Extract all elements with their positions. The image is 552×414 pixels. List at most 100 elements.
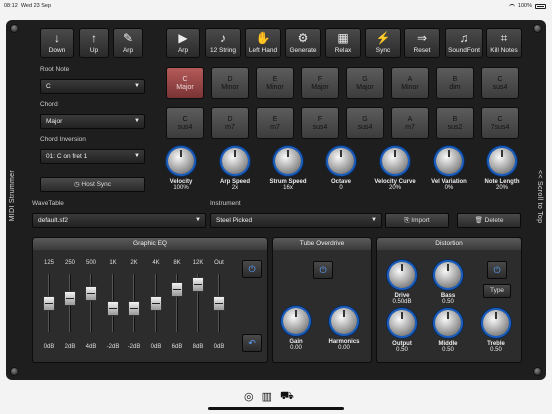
chord-pad[interactable]: Em7	[256, 107, 294, 139]
toolbar-arp-button[interactable]: ✎ Arp	[113, 28, 143, 58]
drive-value: 0.50dB	[392, 299, 412, 305]
gain-knob[interactable]	[283, 308, 309, 334]
bass-knob[interactable]	[435, 262, 461, 288]
eq-slider-handle[interactable]	[85, 286, 97, 302]
keyboard-icon[interactable]: ▥	[262, 390, 272, 404]
drive-knob[interactable]	[389, 262, 415, 288]
eq-gain-value: 0dB	[150, 344, 162, 350]
chord-pad[interactable]: Csus4	[166, 107, 204, 139]
scroll-to-top-link[interactable]: << Scroll to Top	[536, 170, 543, 223]
eq-gain-value: -2dB	[127, 344, 141, 350]
reset-arrow-icon: ⇒	[416, 31, 428, 45]
chord-pad[interactable]: Fsus4	[301, 107, 339, 139]
harmonics-knob[interactable]	[331, 308, 357, 334]
toolbar-down-button[interactable]: ↓ Down	[40, 28, 74, 58]
chord-pad[interactable]: A Minor	[391, 67, 429, 99]
toolbar-up-button[interactable]: ↑ Up	[79, 28, 109, 58]
generate-icon: ⚙	[297, 31, 309, 45]
graphic-eq-title: Graphic EQ	[33, 238, 267, 250]
sync-icon: ⚡	[375, 31, 391, 45]
distortion-power-button[interactable]: ⏻	[487, 261, 507, 279]
eq-gain-value: 2dB	[64, 344, 76, 350]
toolbar-sync-button[interactable]: ⚡ Sync	[365, 28, 401, 58]
chord-pad[interactable]: Csus4	[481, 67, 519, 99]
eq-slider-handle[interactable]	[107, 300, 119, 316]
chord-pad-note: B	[452, 116, 458, 123]
chord-pad[interactable]: F Major	[301, 67, 339, 99]
eq-slider-handle[interactable]	[213, 296, 225, 311]
chord-pad[interactable]: Bdim	[436, 67, 474, 99]
status-time: 08:12 Wed 23 Sep	[4, 3, 51, 9]
toolbar-kill-notes-button[interactable]: ⌗ Kill Notes	[486, 28, 522, 58]
chord-pad-type: sus4	[177, 124, 193, 131]
toolbar-button-label: Arp	[177, 47, 189, 54]
chord-pad[interactable]: Dm7	[211, 107, 249, 139]
velocity-curve-knob[interactable]	[382, 148, 408, 174]
strum-speed-knob[interactable]	[275, 148, 301, 174]
root-note-select[interactable]: C ▼	[40, 79, 145, 94]
delete-button[interactable]: 🗑 Delete	[457, 213, 521, 228]
eq-slider-handle[interactable]	[150, 296, 162, 311]
chord-pad[interactable]: Am7	[391, 107, 429, 139]
toolbar-generate-button[interactable]: ⚙ Generate	[285, 28, 321, 58]
velocity-knob[interactable]	[168, 148, 194, 174]
eq-reset-button[interactable]: ↶	[242, 334, 262, 352]
distortion-type-button[interactable]: Type	[483, 284, 511, 298]
velocity-knob-group: Velocity 100%	[156, 148, 206, 191]
toolbar-arp-button[interactable]: ▶ Arp	[166, 28, 200, 58]
dock: ◎ ▥ ⛟	[244, 390, 294, 404]
vel-variation-knob[interactable]	[436, 148, 462, 174]
octave-knob[interactable]	[328, 148, 354, 174]
output-knob-group: Output 0.50	[377, 310, 427, 353]
output-knob[interactable]	[389, 310, 415, 336]
toolbar-left-hand-button[interactable]: ✋ Left Hand	[245, 28, 281, 58]
midi-icon[interactable]: ◎	[244, 390, 254, 404]
chord-inversion-select[interactable]: 01: C on fret 1 ▼	[40, 149, 145, 164]
toolbar-reset-button[interactable]: ⇒ Reset	[404, 28, 440, 58]
treble-knob[interactable]	[483, 310, 509, 336]
chord-pad[interactable]: C Major	[166, 67, 204, 99]
chord-pad[interactable]: Gsus4	[346, 107, 384, 139]
chord-pad-note: A	[407, 76, 413, 83]
eq-band-label: 1K	[109, 260, 117, 266]
toolbar-12-string-button[interactable]: ♪ 12 String	[205, 28, 241, 58]
eq-slider-handle[interactable]	[192, 276, 204, 292]
chord-pad-note: E	[272, 116, 278, 123]
eq-gain-value: -2dB	[106, 344, 120, 350]
chord-pad[interactable]: C 7sus4	[481, 107, 519, 139]
chord-pad[interactable]: D Minor	[211, 67, 249, 99]
eq-gain-value: 8dB	[192, 344, 204, 350]
chord-pad-type: m7	[225, 124, 235, 131]
import-button[interactable]: ⎘ Import	[385, 213, 449, 228]
eq-power-button[interactable]: ⏻	[242, 260, 262, 278]
chord-pad[interactable]: E Minor	[256, 67, 294, 99]
chord-pad[interactable]: G Major	[346, 67, 384, 99]
middle-knob[interactable]	[435, 310, 461, 336]
eq-slider-handle[interactable]	[64, 291, 76, 307]
wavetable-select[interactable]: default.sf2 ▼	[32, 213, 206, 228]
hand-icon: ✋	[255, 31, 271, 45]
chord-pad[interactable]: Bsus2	[436, 107, 474, 139]
tube-power-button[interactable]: ⏻	[313, 261, 333, 279]
eq-band-label: 12K	[192, 260, 204, 266]
toolbar-relax-button[interactable]: ▦ Relax	[325, 28, 361, 58]
arp-speed-knob[interactable]	[222, 148, 248, 174]
note-length-knob[interactable]	[489, 148, 515, 174]
middle-knob-group: Middle 0.50	[423, 310, 473, 353]
eq-slider-handle[interactable]	[171, 281, 183, 297]
truck-icon[interactable]: ⛟	[280, 390, 294, 404]
status-bar: 08:12 Wed 23 Sep 100%	[0, 0, 552, 12]
gain-knob-group: Gain 0.00	[271, 308, 321, 351]
eq-slider-handle[interactable]	[43, 296, 55, 311]
trash-icon: 🗑	[474, 217, 483, 224]
velocity-curve-knob-group: Velocity Curve 20%	[370, 148, 420, 191]
treble-value: 0.50	[490, 347, 502, 353]
home-indicator[interactable]	[208, 407, 344, 410]
toolbar-soundfont-button[interactable]: ♫ SoundFont	[445, 28, 483, 58]
host-sync-button[interactable]: ◷ Host Sync	[40, 177, 145, 192]
gain-value: 0.00	[290, 345, 302, 351]
chord-select[interactable]: Major ▼	[40, 114, 145, 129]
instrument-select[interactable]: Steel Picked ▼	[210, 213, 382, 228]
eq-slider-handle[interactable]	[128, 300, 140, 316]
screw-icon	[533, 24, 542, 33]
